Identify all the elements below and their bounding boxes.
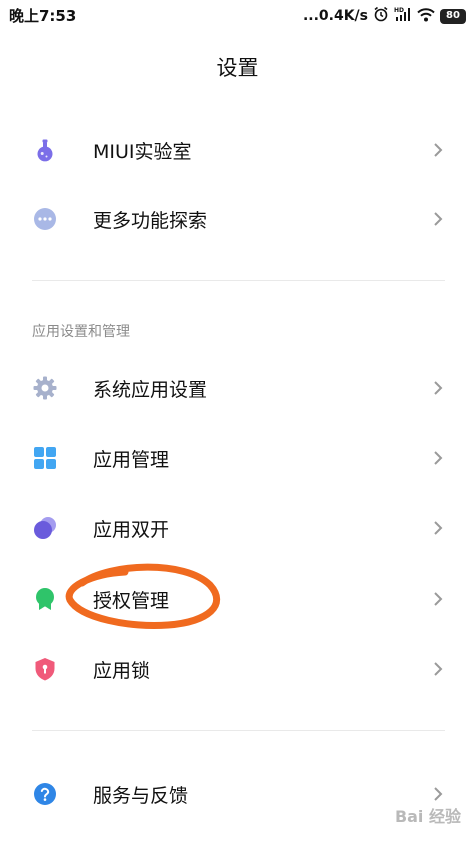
chevron-right-icon — [432, 210, 444, 228]
status-bar: 晚上7:53 ...0.4K/s HD 80 — [0, 0, 475, 32]
badge-icon — [33, 587, 57, 611]
settings-item-app-lock[interactable]: 应用锁 — [0, 634, 475, 704]
settings-item-permissions[interactable]: 授权管理 — [0, 564, 475, 634]
svg-text:HD: HD — [394, 7, 404, 14]
chevron-right-icon — [432, 379, 444, 397]
chevron-right-icon — [432, 785, 444, 803]
chevron-right-icon — [432, 141, 444, 159]
chevron-right-icon — [432, 590, 444, 608]
alarm-icon — [373, 6, 389, 26]
wifi-icon — [417, 7, 435, 26]
shield-lock-icon — [33, 657, 57, 681]
battery-icon: 80 — [440, 8, 466, 24]
settings-item-label: 应用管理 — [93, 449, 170, 471]
settings-item-label: 授权管理 — [93, 590, 170, 612]
settings-item-more-features[interactable]: 更多功能探索 — [0, 184, 475, 254]
settings-item-label: 系统应用设置 — [93, 379, 208, 401]
settings-item-dual-apps[interactable]: 应用双开 — [0, 493, 475, 563]
grid-icon — [33, 446, 57, 470]
settings-item-miui-lab[interactable]: MIUI实验室 — [0, 115, 475, 185]
hd-signal-icon: HD — [394, 6, 412, 26]
settings-item-label: MIUI实验室 — [93, 141, 192, 163]
chevron-right-icon — [432, 519, 444, 537]
settings-item-app-management[interactable]: 应用管理 — [0, 423, 475, 493]
divider — [32, 730, 445, 731]
network-speed: ...0.4K/s — [302, 8, 368, 24]
settings-item-label: 应用锁 — [93, 660, 151, 682]
watermark: Bai 经验 — [394, 807, 461, 826]
section-header: 应用设置和管理 — [32, 324, 130, 340]
flask-icon — [33, 138, 57, 162]
settings-item-label: 更多功能探索 — [93, 210, 208, 232]
settings-item-label: 应用双开 — [93, 519, 170, 541]
chevron-right-icon — [432, 449, 444, 467]
help-icon — [33, 782, 57, 806]
settings-item-label: 服务与反馈 — [93, 785, 189, 807]
status-icons: ...0.4K/s HD 80 — [303, 5, 466, 27]
dual-circle-icon — [33, 516, 57, 540]
more-dots-icon — [33, 207, 57, 231]
gear-icon — [33, 376, 57, 400]
settings-item-system-apps[interactable]: 系统应用设置 — [0, 353, 475, 423]
status-time: 晚上7:53 — [9, 7, 77, 25]
page-title: 设置 — [216, 56, 259, 80]
divider — [32, 280, 445, 281]
chevron-right-icon — [432, 660, 444, 678]
